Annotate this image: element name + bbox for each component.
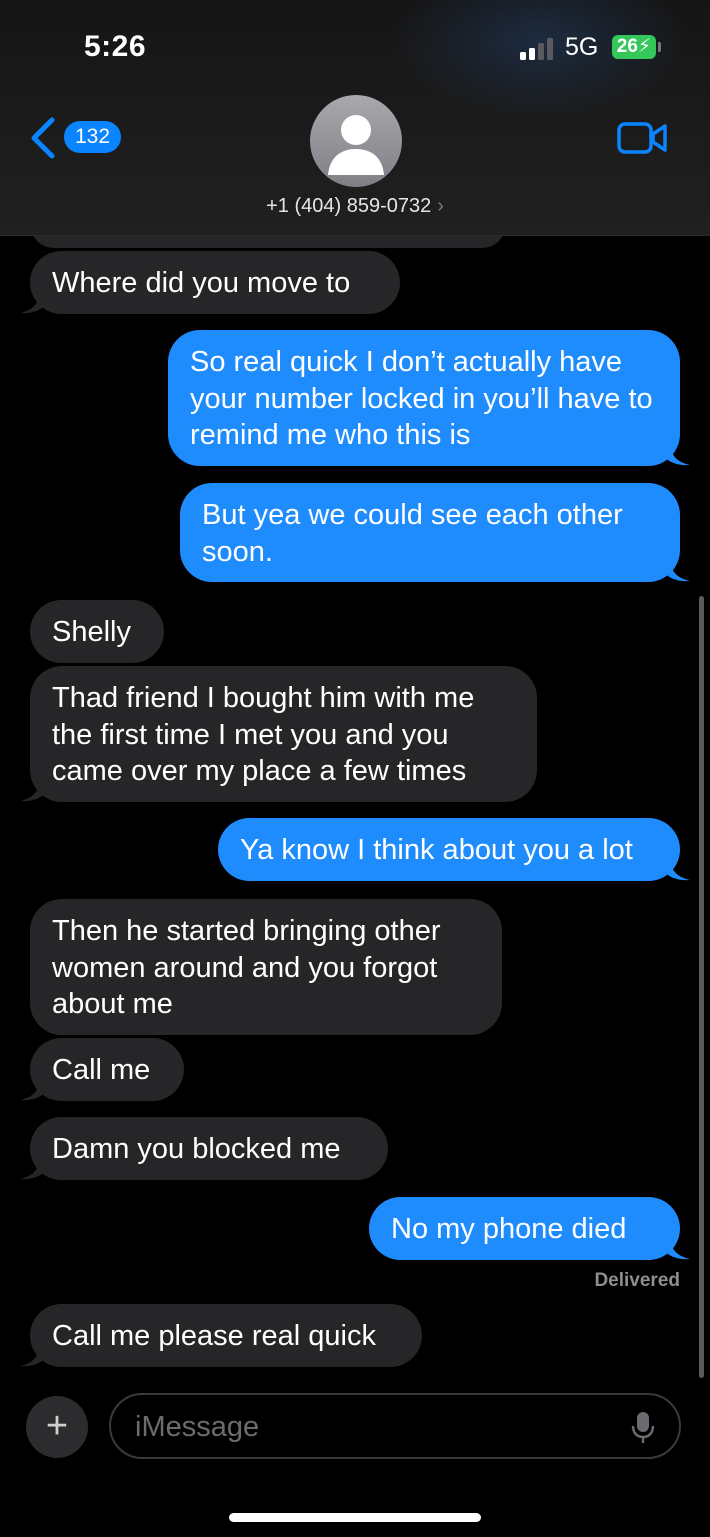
message-text: Where did you move to	[52, 267, 351, 299]
delivered-status: Delivered	[594, 1270, 680, 1291]
microphone-icon[interactable]	[631, 1411, 655, 1445]
back-count-badge[interactable]: 132	[64, 121, 122, 153]
message-text: Shelly	[52, 616, 131, 648]
message-text: So real quick I don’t actually have your…	[190, 346, 653, 451]
network-type: 5G	[565, 33, 599, 61]
message-bubble[interactable]: But yea we could see each other soon.	[180, 483, 690, 582]
contact-number: +1 (404) 859-0732	[266, 195, 432, 217]
message-bubble[interactable]: Ya know I think about you a lot	[218, 818, 690, 881]
video-camera-icon[interactable]	[616, 120, 668, 156]
message-bubble[interactable]: Call me please real quick	[20, 1304, 422, 1367]
back-chevron-icon[interactable]	[28, 116, 58, 160]
battery-level: 26	[616, 36, 638, 57]
battery-tip	[658, 42, 661, 52]
conversation-header: 5:26 5G 26⚡ 132 +1 (404) 859-0732 ›	[0, 0, 710, 236]
battery-icon: 26⚡	[612, 35, 656, 59]
contact-name[interactable]: +1 (404) 859-0732 ›	[0, 195, 710, 218]
chevron-right-icon: ›	[437, 195, 444, 217]
home-indicator	[229, 1513, 481, 1522]
message-bubble[interactable]: Where did you move to	[20, 251, 400, 314]
message-text: Ya know I think about you a lot	[240, 834, 633, 866]
message-text: No my phone died	[391, 1213, 627, 1245]
message-text: But yea we could see each other soon.	[202, 499, 623, 568]
message-bubble[interactable]: Then he started bringing other women aro…	[30, 899, 502, 1035]
contact-avatar[interactable]	[310, 95, 402, 187]
status-time: 5:26	[84, 30, 147, 63]
message-bubble[interactable]: Thad friend I bought him with me the fir…	[20, 666, 537, 802]
add-attachment-button[interactable]: +	[26, 1396, 88, 1458]
message-text: Damn you blocked me	[52, 1133, 341, 1165]
message-bubble[interactable]: So real quick I don’t actually have your…	[168, 330, 690, 466]
message-text: Then he started bringing other women aro…	[52, 915, 441, 1020]
scrollbar[interactable]	[699, 596, 704, 1378]
person-icon	[328, 115, 384, 175]
message-input[interactable]	[133, 1405, 607, 1449]
charging-bolt-icon: ⚡	[637, 36, 652, 57]
message-text: Thad friend I bought him with me the fir…	[52, 682, 475, 787]
header-glow	[390, 0, 690, 120]
message-bubble[interactable]: Shelly	[30, 600, 164, 663]
plus-icon: +	[45, 1405, 69, 1447]
message-bubble[interactable]: No my phone died	[369, 1197, 690, 1260]
message-text: Call me please real quick	[52, 1320, 376, 1352]
message-input-field[interactable]	[109, 1393, 681, 1459]
message-bubble[interactable]: Damn you blocked me	[20, 1117, 388, 1180]
signal-icon	[520, 38, 553, 60]
message-bubble[interactable]: Call me	[20, 1038, 184, 1101]
message-text: Call me	[52, 1054, 151, 1086]
